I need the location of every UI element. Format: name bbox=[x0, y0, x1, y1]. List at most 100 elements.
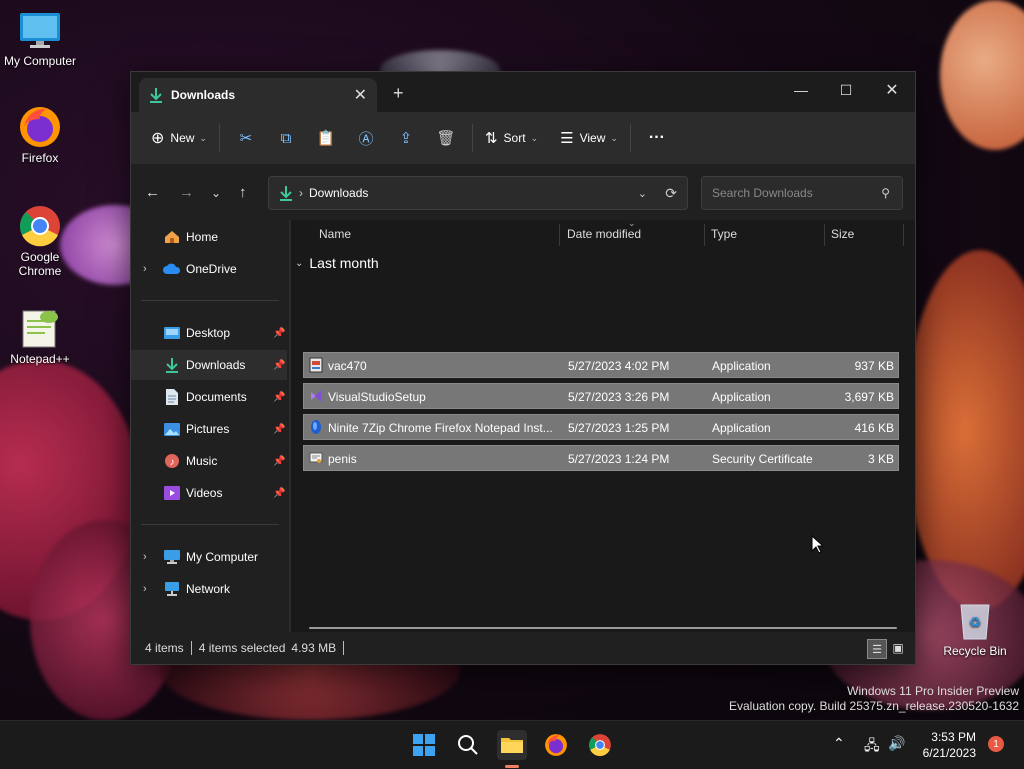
show-hidden-icons-chevron-icon[interactable]: ⌃ bbox=[833, 735, 845, 752]
sort-button[interactable]: ⇅ Sort ⌄ bbox=[479, 122, 544, 154]
volume-icon[interactable]: 🔊 bbox=[888, 735, 905, 752]
copy-icon[interactable]: ⧉ bbox=[266, 122, 306, 154]
new-button[interactable]: ⊕ New ⌄ bbox=[145, 122, 213, 154]
maximize-button[interactable]: ☐ bbox=[831, 78, 861, 102]
pin-icon[interactable]: 📌 bbox=[273, 424, 285, 435]
system-clock[interactable]: 3:53 PM 6/21/2023 bbox=[914, 729, 976, 761]
status-divider bbox=[343, 641, 345, 655]
chevron-right-icon[interactable]: › bbox=[143, 551, 147, 563]
pin-icon[interactable]: 📌 bbox=[273, 392, 285, 403]
nav-item-videos[interactable]: Videos 📌 bbox=[131, 478, 287, 508]
nav-label: OneDrive bbox=[186, 262, 237, 276]
search-button[interactable] bbox=[453, 730, 483, 760]
address-row: ← → ⌄ ↑ › Downloads ⌄ ⟳ ⚲ bbox=[131, 164, 915, 220]
column-separator[interactable] bbox=[559, 224, 560, 246]
file-size: 937 KB bbox=[854, 359, 894, 373]
nav-item-network[interactable]: › Network bbox=[131, 574, 287, 604]
column-separator[interactable] bbox=[704, 224, 705, 246]
desktop-icon-firefox[interactable]: Firefox bbox=[0, 105, 80, 165]
monitor-icon bbox=[18, 8, 62, 52]
mouse-cursor-icon bbox=[811, 535, 823, 554]
cut-icon[interactable]: ✂ bbox=[226, 122, 266, 154]
breadcrumb-downloads[interactable]: Downloads bbox=[309, 186, 368, 200]
table-row[interactable]: penis 5/27/2023 1:24 PM Security Certifi… bbox=[303, 445, 899, 471]
back-arrow-icon[interactable]: ← bbox=[145, 184, 160, 201]
desktop-icon-label: Firefox bbox=[21, 151, 59, 165]
chevron-right-icon[interactable]: › bbox=[143, 583, 147, 595]
details-view-icon[interactable]: ☰ bbox=[867, 639, 887, 659]
new-button-label: New bbox=[170, 131, 195, 145]
nav-item-pictures[interactable]: Pictures 📌 bbox=[131, 414, 287, 444]
column-header-type[interactable]: Type bbox=[711, 220, 737, 248]
new-tab-button[interactable]: + bbox=[393, 84, 404, 102]
download-icon bbox=[279, 185, 293, 201]
nav-item-home[interactable]: Home bbox=[131, 222, 287, 252]
view-button[interactable]: ☰ View ⌄ bbox=[554, 122, 624, 154]
delete-icon[interactable]: 🗑 bbox=[426, 122, 466, 154]
svg-text:♪: ♪ bbox=[170, 457, 175, 468]
start-button[interactable] bbox=[409, 730, 439, 760]
more-options-button[interactable]: ··· bbox=[643, 122, 671, 154]
minimize-button[interactable]: — bbox=[786, 78, 816, 102]
file-type: Application bbox=[712, 421, 771, 435]
network-icon bbox=[163, 581, 181, 597]
firefox-icon bbox=[18, 105, 62, 149]
pin-icon[interactable]: 📌 bbox=[273, 360, 285, 371]
certificate-icon bbox=[309, 452, 323, 463]
pin-icon[interactable]: 📌 bbox=[273, 328, 285, 339]
forward-arrow-icon[interactable]: → bbox=[179, 184, 194, 201]
network-status-icon[interactable]: 🖧 bbox=[864, 735, 880, 759]
notification-badge[interactable]: 1 bbox=[988, 736, 1004, 752]
horizontal-scrollbar[interactable] bbox=[309, 627, 897, 629]
taskbar-firefox[interactable] bbox=[541, 730, 571, 760]
selected-count: 4 items selected bbox=[198, 641, 286, 655]
address-bar[interactable]: › Downloads ⌄ ⟳ bbox=[268, 176, 688, 210]
up-arrow-icon[interactable]: ↑ bbox=[239, 184, 247, 201]
desktop-icon-notepad-plus-plus[interactable]: Notepad++ bbox=[0, 306, 80, 366]
desktop-icon-my-computer[interactable]: My Computer bbox=[0, 8, 80, 68]
search-input[interactable] bbox=[710, 185, 874, 201]
file-name: VisualStudioSetup bbox=[328, 390, 426, 404]
desktop-icon-recycle-bin[interactable]: ♻ Recycle Bin bbox=[935, 598, 1015, 658]
chevron-right-icon[interactable]: › bbox=[143, 263, 147, 275]
file-name: Ninite 7Zip Chrome Firefox Notepad Inst.… bbox=[328, 421, 553, 435]
status-bar: 4 items 4 items selected 4.93 MB ☰ ▣ bbox=[131, 632, 915, 664]
column-separator[interactable] bbox=[903, 224, 904, 246]
nav-item-my-computer[interactable]: › My Computer bbox=[131, 542, 287, 572]
refresh-icon[interactable]: ⟳ bbox=[665, 185, 677, 202]
pin-icon[interactable]: 📌 bbox=[273, 456, 285, 467]
address-dropdown-chevron-icon[interactable]: ⌄ bbox=[638, 187, 647, 200]
table-row[interactable]: Ninite 7Zip Chrome Firefox Notepad Inst.… bbox=[303, 414, 899, 440]
close-button[interactable]: ✕ bbox=[877, 78, 907, 102]
nav-item-desktop[interactable]: Desktop 📌 bbox=[131, 318, 287, 348]
taskbar-chrome[interactable] bbox=[585, 730, 615, 760]
tab-downloads[interactable]: Downloads ✕ bbox=[139, 78, 377, 112]
desktop-icon-google-chrome[interactable]: Google Chrome bbox=[0, 204, 80, 278]
column-header-size[interactable]: Size bbox=[831, 220, 854, 248]
taskbar-file-explorer[interactable] bbox=[497, 730, 527, 760]
group-header-last-month[interactable]: ⌄ Last month bbox=[295, 255, 379, 271]
svg-text:♻: ♻ bbox=[969, 614, 982, 630]
search-icon bbox=[458, 735, 478, 755]
nav-item-onedrive[interactable]: › OneDrive bbox=[131, 254, 287, 284]
nav-item-downloads[interactable]: Downloads 📌 bbox=[131, 350, 287, 380]
rename-icon[interactable]: Ⓐ bbox=[346, 122, 386, 154]
table-row[interactable]: vac470 5/27/2023 4:02 PM Application 937… bbox=[303, 352, 899, 378]
table-row[interactable]: VisualStudioSetup 5/27/2023 3:26 PM Appl… bbox=[303, 383, 899, 409]
column-separator[interactable] bbox=[824, 224, 825, 246]
pin-icon[interactable]: 📌 bbox=[273, 488, 285, 499]
recent-locations-chevron-icon[interactable]: ⌄ bbox=[211, 186, 221, 200]
recycle-bin-icon: ♻ bbox=[953, 598, 997, 642]
tab-close-icon[interactable]: ✕ bbox=[354, 85, 367, 105]
file-size: 3 KB bbox=[867, 452, 894, 466]
file-explorer-window: Downloads ✕ + — ☐ ✕ ⊕ New ⌄ ✂ ⧉ 📋 Ⓐ ⇪ 🗑 … bbox=[130, 71, 916, 665]
search-box[interactable]: ⚲ bbox=[701, 176, 903, 210]
status-divider bbox=[190, 641, 192, 655]
thumbnail-view-icon[interactable]: ▣ bbox=[889, 639, 907, 657]
paste-icon[interactable]: 📋 bbox=[306, 122, 346, 154]
nav-item-music[interactable]: ♪ Music 📌 bbox=[131, 446, 287, 476]
column-header-name[interactable]: Name bbox=[319, 220, 351, 248]
file-size: 3,697 KB bbox=[844, 390, 894, 404]
nav-item-documents[interactable]: Documents 📌 bbox=[131, 382, 287, 412]
share-icon[interactable]: ⇪ bbox=[386, 122, 426, 154]
